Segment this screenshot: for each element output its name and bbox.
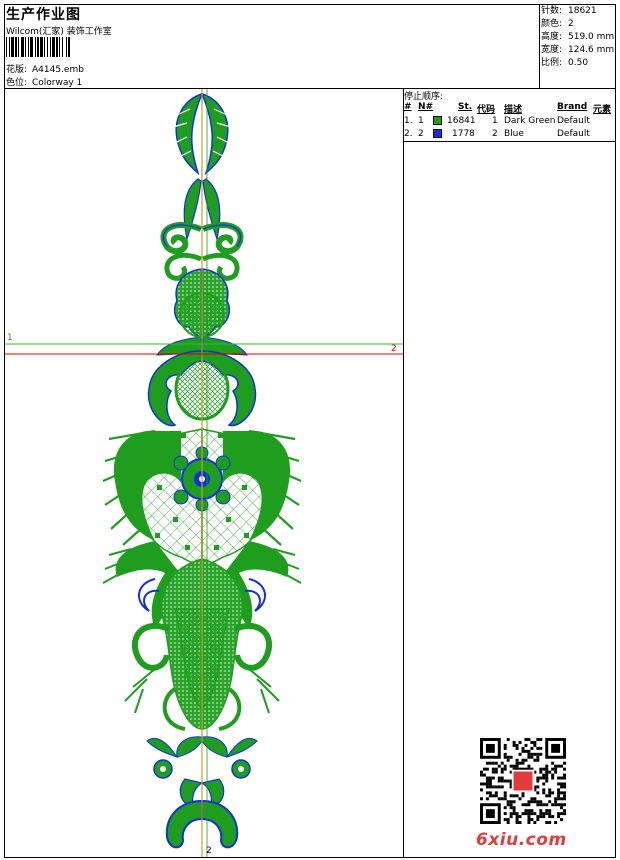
- thread-color-swatch: [433, 129, 442, 138]
- row-brand: Default: [557, 129, 590, 139]
- row-desc: Blue: [504, 129, 524, 139]
- design-file-label: 花版:: [6, 65, 28, 75]
- thread-table-bottom: [403, 141, 616, 142]
- qr-code: [480, 738, 566, 824]
- row-code: 1: [492, 116, 498, 126]
- stat-value: 0.50: [568, 58, 589, 68]
- row-code: 2: [492, 129, 498, 139]
- stat-value: 519.0 mm: [568, 32, 615, 42]
- row-brand: Default: [557, 116, 590, 126]
- stop-sequence-title: 停止顺序:: [404, 92, 444, 102]
- row-needle: 2: [418, 129, 424, 139]
- col-header-element: 元素: [593, 105, 612, 115]
- barcode: [6, 37, 70, 57]
- col-header-brand: Brand: [557, 102, 588, 112]
- stat-label: 颜色:: [541, 19, 563, 29]
- design-file-value: A4145.emb: [32, 65, 84, 75]
- watermark-logo: 6xiu.com: [476, 830, 567, 850]
- stat-label: 宽度:: [541, 45, 563, 55]
- stat-label: 针数:: [541, 6, 563, 16]
- stat-height: 高度: 519.0 mm: [541, 31, 614, 44]
- end-marker: 2: [206, 846, 212, 856]
- stat-value: 18621: [568, 6, 597, 16]
- col-header-needle: N#: [418, 102, 434, 112]
- page-title: 生产作业图: [6, 7, 81, 23]
- design-file-row: 花版: A4145.emb: [6, 62, 84, 75]
- stat-width: 宽度: 124.6 mm: [541, 44, 614, 57]
- stat-value: 2: [568, 19, 574, 29]
- col-header-code: 代码: [477, 105, 496, 115]
- colorway-label: 色位:: [6, 78, 28, 88]
- stat-value: 124.6 mm: [568, 45, 615, 55]
- stat-colors: 颜色: 2: [541, 18, 614, 31]
- row-stitches: 1778: [452, 129, 475, 139]
- stat-label: 比例:: [541, 58, 563, 68]
- row-index: 1.: [404, 116, 413, 126]
- row-needle: 1: [418, 116, 424, 126]
- stats-divider: [539, 4, 540, 88]
- colorway-row: 色位: Colorway 1: [6, 75, 82, 88]
- stat-label: 高度:: [541, 32, 563, 42]
- thread-color-swatch: [433, 116, 442, 125]
- studio-name: Wilcom(汇家) 装饰工作室: [6, 27, 112, 37]
- design-stats: 针数: 18621 颜色: 2 高度: 519.0 mm 宽度: 124.6 mm 比例…: [541, 5, 614, 70]
- row-stitches: 16841: [447, 116, 476, 126]
- row-index: 2.: [404, 129, 413, 139]
- stop-marker-1: 1: [7, 333, 13, 343]
- row-desc: Dark Green: [504, 116, 556, 126]
- embroidery-design: [5, 89, 403, 857]
- col-header-desc: 描述: [504, 105, 523, 115]
- col-header-stitches: St.: [458, 102, 473, 112]
- stat-scale: 比例: 0.50: [541, 57, 614, 70]
- stat-stitches: 针数: 18621: [541, 5, 614, 18]
- colorway-value: Colorway 1: [32, 78, 83, 88]
- stop-marker-2: 2: [391, 344, 397, 354]
- col-header-index: #: [404, 102, 412, 112]
- panel-divider: [403, 88, 404, 858]
